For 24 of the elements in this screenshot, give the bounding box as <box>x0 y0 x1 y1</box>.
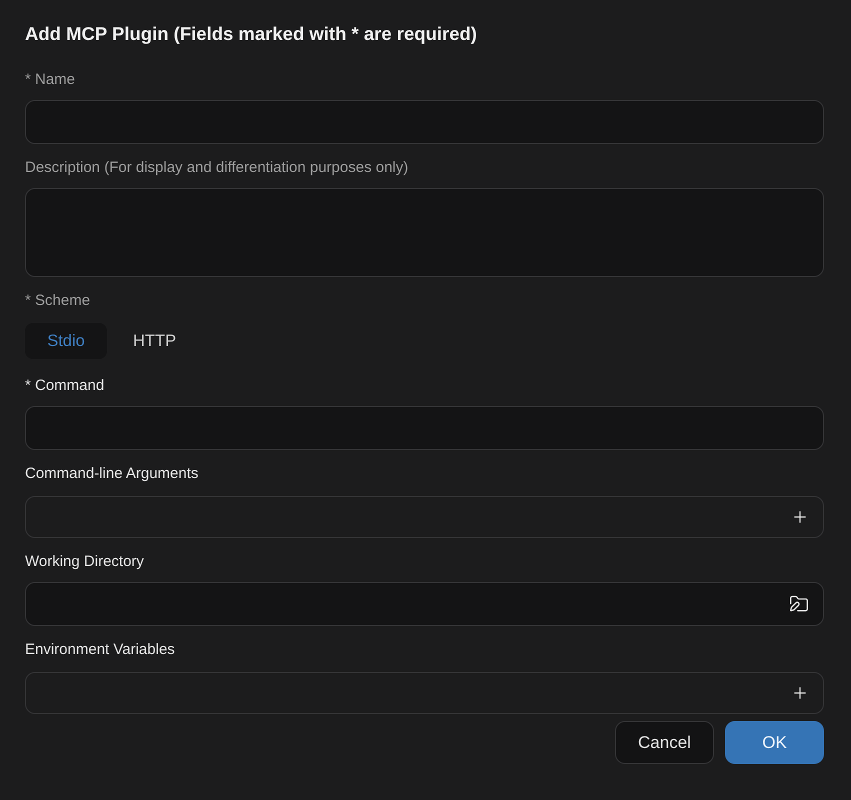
field-label: * Name <box>25 70 76 90</box>
field-label: * Command <box>25 376 106 396</box>
dialog-title: Add MCP Plugin (Fields marked with * are required) <box>25 22 478 46</box>
scheme-option[interactable]: Stdio <box>25 323 107 359</box>
ok-button[interactable]: OK <box>725 721 824 764</box>
field-label: Command-line Arguments <box>25 464 200 484</box>
list-field[interactable] <box>25 496 824 538</box>
browse-folder-button[interactable] <box>789 594 809 614</box>
field-label: Working Directory <box>25 552 145 572</box>
field-label: Environment Variables <box>25 640 176 660</box>
plus-icon <box>791 508 809 526</box>
add-button[interactable] <box>791 508 809 526</box>
field-label: * Scheme <box>25 291 92 311</box>
field-label: Description (For display and differentiation purposes only) <box>25 158 410 178</box>
input-field[interactable] <box>25 100 824 144</box>
add-button[interactable] <box>791 684 809 702</box>
folder-pencil-icon <box>789 594 809 614</box>
list-field[interactable] <box>25 672 824 714</box>
plus-icon <box>791 684 809 702</box>
text-area-field[interactable] <box>25 188 824 277</box>
cancel-button[interactable]: Cancel <box>615 721 714 764</box>
folder-input-field[interactable] <box>25 582 824 626</box>
scheme-option[interactable]: HTTP <box>111 323 198 359</box>
input-field[interactable] <box>25 406 824 450</box>
